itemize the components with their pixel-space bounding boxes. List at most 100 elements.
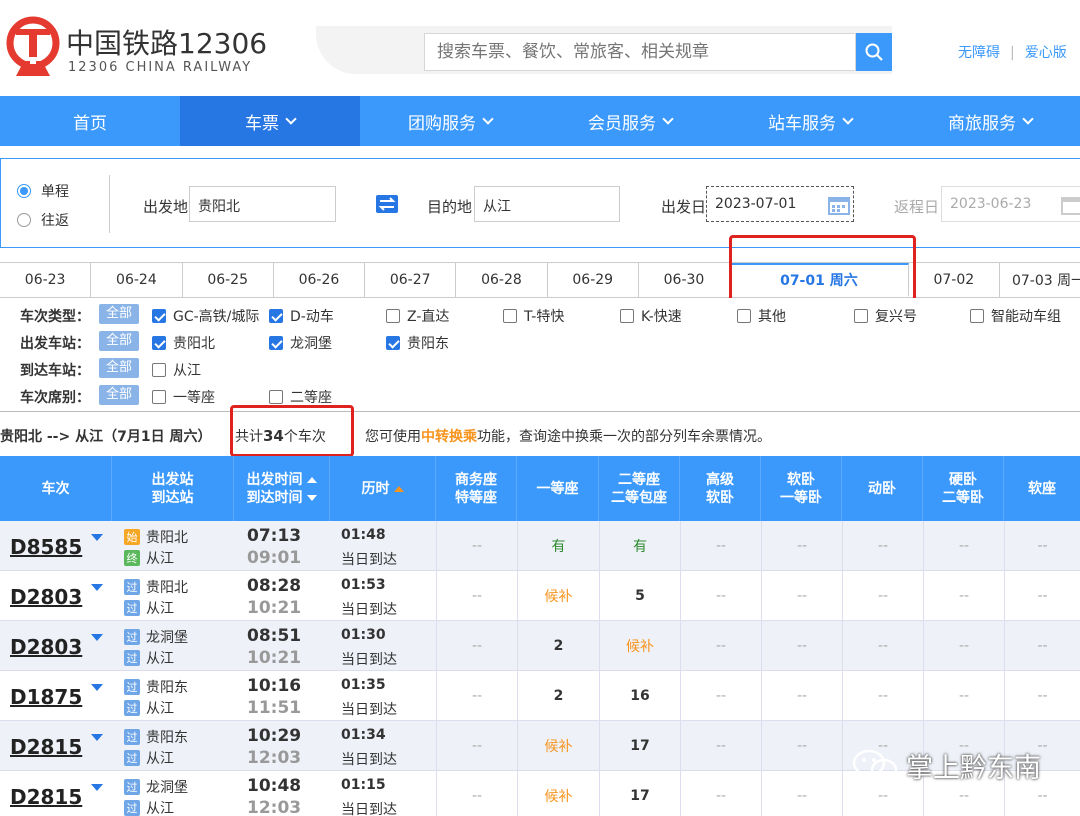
date-tab[interactable]: 06-28 — [456, 263, 548, 297]
checkbox-icon[interactable] — [620, 309, 634, 323]
train-number-link[interactable]: D8585 — [10, 535, 82, 559]
nav-tickets[interactable]: 车票 — [180, 96, 360, 146]
checkbox-icon[interactable] — [503, 309, 517, 323]
nav-business-service[interactable]: 商旅服务 — [900, 96, 1080, 146]
seat-availability-second[interactable]: 16 — [599, 671, 680, 721]
search-input[interactable] — [424, 33, 856, 71]
select-all-button[interactable]: 全部 — [99, 304, 139, 324]
table-row[interactable]: D1875 过贵阳东过从江 10:16 11:51 01:35 当日到达 -- 2 16 -- --… — [0, 671, 1080, 721]
seat-availability-second[interactable]: 5 — [599, 571, 680, 621]
nav-station-service[interactable]: 站车服务 — [720, 96, 900, 146]
checkbox-icon[interactable] — [970, 309, 984, 323]
date-tab[interactable]: 06-26 — [274, 263, 366, 297]
date-tab[interactable]: 06-24 — [91, 263, 183, 297]
train-number-link[interactable]: D1875 — [10, 685, 82, 709]
table-row[interactable]: D8585 始贵阳北终从江 07:13 09:01 01:48 当日到达 -- 有有 -- -- -… — [0, 521, 1080, 571]
seat-availability-first[interactable]: 2 — [517, 621, 599, 671]
china-railway-logo-icon[interactable] — [6, 16, 60, 78]
seat-availability-second[interactable]: 17 — [599, 721, 680, 771]
sort-up-icon[interactable] — [393, 485, 404, 492]
radio-label: 单程 — [41, 184, 69, 200]
checkbox-icon[interactable] — [854, 309, 868, 323]
select-all-button[interactable]: 全部 — [99, 358, 139, 378]
seat-availability-second[interactable]: 17 — [599, 771, 680, 816]
checkbox-icon[interactable] — [386, 336, 400, 350]
return-date-input[interactable]: 2023-06-23 — [941, 186, 1080, 222]
swap-stations-icon[interactable] — [376, 195, 398, 213]
select-all-button[interactable]: 全部 — [99, 331, 139, 351]
calendar-icon[interactable] — [828, 195, 850, 215]
date-tab[interactable]: 06-29 — [548, 263, 639, 297]
checkbox-icon[interactable] — [152, 363, 166, 377]
train-number-link[interactable]: D2815 — [10, 785, 82, 809]
accessible-link[interactable]: 无障碍 — [958, 45, 1000, 61]
seat-availability-first[interactable]: 候补 — [517, 571, 599, 621]
stop-list-toggle-icon[interactable] — [91, 784, 103, 791]
stop-list-toggle-icon[interactable] — [91, 534, 103, 541]
date-tab[interactable]: 06-30 — [639, 263, 731, 297]
seat-availability-first[interactable]: 有 — [517, 521, 599, 571]
arrival-time: 10:21 — [247, 648, 302, 668]
calendar-icon[interactable] — [1061, 195, 1080, 215]
filter-option[interactable]: 贵阳东 — [386, 333, 449, 353]
filter-option[interactable]: 二等座 — [269, 387, 332, 407]
to-station-input[interactable]: 从江 — [474, 186, 620, 222]
filter-option[interactable]: 贵阳北 — [152, 333, 215, 353]
station-badge: 过 — [124, 579, 140, 595]
train-number-link[interactable]: D2803 — [10, 585, 82, 609]
filter-option[interactable]: 一等座 — [152, 387, 215, 407]
search-button[interactable] — [856, 33, 892, 71]
sort-down-icon[interactable] — [306, 494, 317, 501]
train-number-link[interactable]: D2815 — [10, 735, 82, 759]
date-tab[interactable]: 06-27 — [365, 263, 457, 297]
seat-availability-second[interactable]: 候补 — [599, 621, 680, 671]
checkbox-icon[interactable] — [152, 336, 166, 350]
stop-list-toggle-icon[interactable] — [91, 684, 103, 691]
nav-member-service[interactable]: 会员服务 — [540, 96, 720, 146]
seat-availability-second[interactable]: 有 — [599, 521, 680, 571]
sort-up-icon[interactable] — [306, 476, 317, 483]
date-tab[interactable]: 07-02 — [909, 263, 1000, 297]
radio-icon[interactable] — [17, 184, 31, 198]
table-row[interactable]: D2803 过贵阳北过从江 08:28 10:21 01:53 当日到达 -- 候补 5 -- --… — [0, 571, 1080, 621]
checkbox-icon[interactable] — [269, 390, 283, 404]
filter-option[interactable]: T-特快 — [503, 306, 564, 326]
date-tab[interactable]: 06-23 — [0, 263, 92, 297]
col-times[interactable]: 出发时间 到达时间 — [234, 456, 330, 521]
checkbox-icon[interactable] — [152, 309, 166, 323]
date-tab[interactable]: 06-25 — [183, 263, 274, 297]
col-duration[interactable]: 历时 — [330, 456, 436, 521]
checkbox-icon[interactable] — [386, 309, 400, 323]
checkbox-icon[interactable] — [269, 309, 283, 323]
stop-list-toggle-icon[interactable] — [91, 634, 103, 641]
filter-option[interactable]: D-动车 — [269, 306, 334, 326]
filter-option[interactable]: 龙洞堡 — [269, 333, 332, 353]
radio-one-way[interactable]: 单程 — [17, 181, 69, 201]
filter-option[interactable]: K-快速 — [620, 306, 682, 326]
select-all-button[interactable]: 全部 — [99, 385, 139, 405]
nav-home[interactable]: 首页 — [0, 96, 180, 146]
radio-round-trip[interactable]: 往返 — [17, 210, 69, 230]
date-tab[interactable]: 07-03 周一 — [1000, 263, 1080, 297]
care-version-link[interactable]: 爱心版 — [1025, 45, 1067, 61]
seat-availability-first[interactable]: 候补 — [517, 721, 599, 771]
filter-option[interactable]: Z-直达 — [386, 306, 449, 326]
filter-option[interactable]: 复兴号 — [854, 306, 917, 326]
checkbox-icon[interactable] — [152, 390, 166, 404]
filter-option[interactable]: 从江 — [152, 360, 201, 380]
stop-list-toggle-icon[interactable] — [91, 734, 103, 741]
filter-option[interactable]: 其他 — [737, 306, 786, 326]
train-number-link[interactable]: D2803 — [10, 635, 82, 659]
seat-availability-first[interactable]: 2 — [517, 671, 599, 721]
stop-list-toggle-icon[interactable] — [91, 584, 103, 591]
checkbox-icon[interactable] — [737, 309, 751, 323]
checkbox-icon[interactable] — [269, 336, 283, 350]
seat-availability-first[interactable]: 候补 — [517, 771, 599, 816]
from-station-input[interactable]: 贵阳北 — [189, 186, 336, 222]
filter-option[interactable]: 智能动车组 — [970, 306, 1061, 326]
filter-option[interactable]: GC-高铁/城际 — [152, 306, 259, 326]
nav-group-service[interactable]: 团购服务 — [360, 96, 540, 146]
table-row[interactable]: D2803 过龙洞堡过从江 08:51 10:21 01:30 当日到达 -- 2 候补 -- --… — [0, 621, 1080, 671]
transfer-link[interactable]: 中转换乘 — [421, 429, 477, 445]
radio-icon[interactable] — [17, 213, 31, 227]
